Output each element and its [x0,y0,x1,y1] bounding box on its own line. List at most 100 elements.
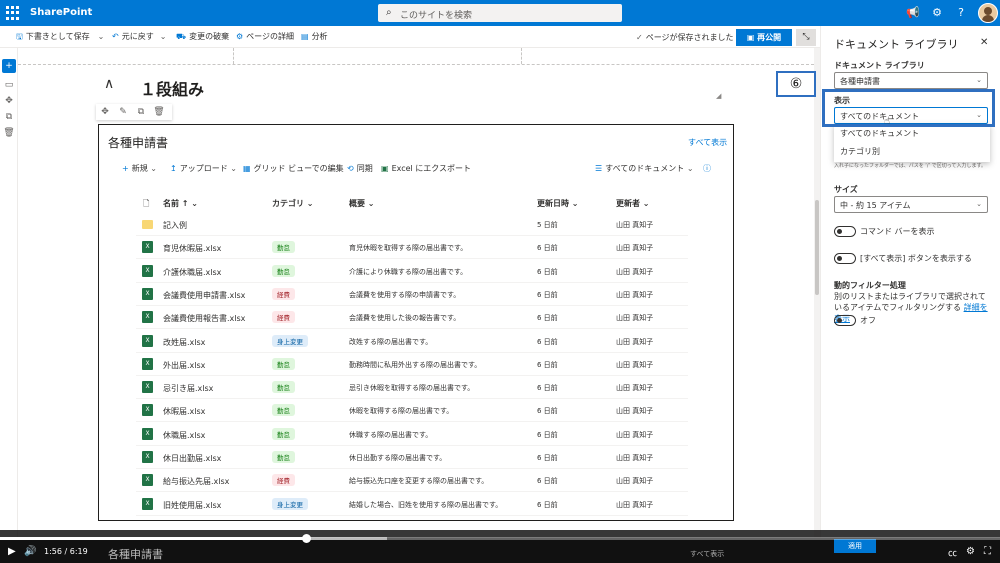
fullscreen-icon[interactable]: ⛶ [984,546,991,557]
library-select[interactable]: 各種申請書 ⌄ [834,72,988,89]
grid-edit-button[interactable]: ▦ グリッド ビューでの編集 [243,163,344,174]
republish-button[interactable]: ▣ 再公開 [736,29,792,46]
file-name[interactable]: 記入例 [163,220,187,231]
move-icon[interactable]: ✥ [96,104,114,120]
duplicate-icon[interactable]: ⧉ [2,110,16,124]
file-name[interactable]: 会議費使用報告書.xlsx [163,313,245,324]
file-name[interactable]: 給与振込先届.xlsx [163,476,229,487]
file-modified-by[interactable]: 山田 真知子 [616,220,653,230]
file-modified-by[interactable]: 山田 真知子 [616,453,653,463]
file-modified-by[interactable]: 山田 真知子 [616,476,653,486]
discard-button[interactable]: ⛟ 変更の破棄 [176,31,229,42]
file-name[interactable]: 外出届.xlsx [163,360,205,371]
file-name[interactable]: 旧姓使用届.xlsx [163,500,221,511]
apply-button[interactable]: 適用 [834,539,876,553]
chevron-down-icon: ⌄ [976,200,982,208]
table-row[interactable]: X 忌引き届.xlsx 勤怠 忌引き休暇を取得する際の届出書です。 6 日前 山田 真知子 [136,376,688,400]
view-option-all-docs[interactable]: すべてのドキュメント [840,128,919,139]
dynamic-filter-toggle[interactable] [834,315,856,326]
table-row[interactable]: X 育児休暇届.xlsx 勤怠 育児休暇を取得する際の届出書です。 6 日前 山田 真知子 [136,236,688,260]
analytics-button[interactable]: ▤ 分析 [301,31,328,42]
sync-button[interactable]: ⟲ 同期 [347,163,373,174]
file-modified-by[interactable]: 山田 真知子 [616,500,653,510]
file-modified-by[interactable]: 山田 真知子 [616,267,653,277]
file-name[interactable]: 改姓届.xlsx [163,337,205,348]
file-modified-by[interactable]: 山田 真知子 [616,243,653,253]
export-excel-button[interactable]: ▣ Excel にエクスポート [381,163,471,174]
info-icon[interactable]: ⓘ [703,163,711,174]
edit-icon[interactable]: ✎ [114,104,132,120]
table-row[interactable]: X 介護休職届.xlsx 勤怠 介護により休職する際の届出書です。 6 日前 山田 真知子 [136,260,688,283]
megaphone-icon[interactable]: 📢 [906,6,920,20]
resize-grip-icon[interactable]: ◢ [716,92,721,100]
file-type-header-icon: 🗋 [143,199,150,208]
undo-button[interactable]: ↶ 元に戻す ⌄ [112,31,166,42]
file-modified-by[interactable]: 山田 真知子 [616,337,653,347]
chevron-up-icon[interactable]: ∧ [104,76,114,92]
file-name[interactable]: 休日出勤届.xlsx [163,453,221,464]
scrollbar-thumb[interactable] [815,200,819,295]
column-header-modified[interactable]: 更新日時 ⌄ [537,198,579,209]
file-modified-by[interactable]: 山田 真知子 [616,430,653,440]
collapse-panel-button[interactable]: ⤡ [796,29,816,46]
add-icon[interactable]: + [2,59,16,73]
video-scrub-handle[interactable] [302,534,311,543]
file-name[interactable]: 忌引き届.xlsx [163,383,213,394]
file-modified-by[interactable]: 山田 真知子 [616,406,653,416]
volume-icon[interactable]: 🔊 [24,546,36,557]
gear-icon[interactable]: ⚙ [930,6,944,20]
save-draft-button[interactable]: 🖫 下書きとして保存 ⌄ [16,31,104,45]
table-row[interactable]: X 休暇届.xlsx 勤怠 休暇を取得する際の届出書です。 6 日前 山田 真知子 [136,399,688,423]
size-select[interactable]: 中 - 約 15 アイテム ⌄ [834,196,988,213]
file-modified: 6 日前 [537,384,558,393]
file-modified-by[interactable]: 山田 真知子 [616,313,653,323]
table-row[interactable]: X 会議費使用報告書.xlsx 経費 会議費を使用した後の報告書です。 6 日前 山田 真… [136,306,688,330]
view-selector[interactable]: ☰ すべてのドキュメント ⌄ [595,163,694,174]
move-icon[interactable]: ✥ [2,94,16,108]
play-icon[interactable]: ▶ [8,546,16,557]
delete-icon[interactable]: 🗑 [2,126,16,140]
file-modified-by[interactable]: 山田 真知子 [616,360,653,370]
column-header-name[interactable]: 名前 ↑ ⌄ [163,198,198,209]
see-all-link[interactable]: すべて表示 [688,137,727,148]
file-name[interactable]: 育児休暇届.xlsx [163,243,221,254]
view-option-by-category[interactable]: カテゴリ別 [840,146,880,157]
table-row[interactable]: X 会議費使用申請書.xlsx 経費 会議費を使用する際の申請書です。 6 日前 山田 真… [136,283,688,306]
table-row[interactable]: X 改姓届.xlsx 身上変更 改姓する際の届出書です。 6 日前 山田 真知子 [136,330,688,353]
column-header-description[interactable]: 概要 ⌄ [349,198,375,209]
help-icon[interactable]: ? [954,6,968,20]
chevron-down-icon[interactable]: ⌄ [160,32,167,41]
file-modified-by[interactable]: 山田 真知子 [616,383,653,393]
file-name[interactable]: 介護休職届.xlsx [163,267,221,278]
table-row[interactable]: 記入例 5 日前 山田 真知子 [136,213,688,236]
duplicate-icon[interactable]: ⧉ [132,104,150,120]
table-row[interactable]: X 休職届.xlsx 勤怠 休職する際の届出書です。 6 日前 山田 真知子 [136,423,688,446]
file-name[interactable]: 会議費使用申請書.xlsx [163,290,245,301]
command-bar-toggle[interactable] [834,226,856,237]
chevron-down-icon[interactable]: ⌄ [98,32,105,41]
upload-button[interactable]: ↥ アップロード ⌄ [170,163,237,174]
app-launcher-icon[interactable] [6,6,20,20]
avatar[interactable] [978,3,998,23]
captions-icon[interactable]: ㏄ [948,546,957,559]
app-name[interactable]: SharePoint [30,7,92,18]
check-icon: ✓ [636,33,643,42]
search-input[interactable]: ⌕ このサイトを検索 [378,4,622,22]
file-name[interactable]: 休職届.xlsx [163,430,205,441]
table-row[interactable]: X 休日出勤届.xlsx 勤怠 休日出勤する際の届出書です。 6 日前 山田 真知子 [136,446,688,469]
settings-icon[interactable]: ⚙ [966,546,975,557]
file-modified: 6 日前 [537,314,558,323]
table-row[interactable]: X 外出届.xlsx 勤怠 勤務時間に私用外出する際の届出書です。 6 日前 山田 真知子 [136,353,688,376]
close-icon[interactable]: ✕ [980,37,988,48]
new-button[interactable]: + 新規 ⌄ [122,163,157,174]
file-modified-by[interactable]: 山田 真知子 [616,290,653,300]
table-row[interactable]: X 旧姓使用届.xlsx 身上変更 結婚した場合、旧姓を使用する際の届出書です。 6 日… [136,493,688,516]
page-details-button[interactable]: ⚙ ページの詳細 [236,31,294,42]
see-all-toggle[interactable] [834,253,856,264]
comment-icon[interactable]: ▭ [2,78,16,92]
delete-icon[interactable]: 🗑 [150,104,168,120]
column-header-category[interactable]: カテゴリ ⌄ [272,198,314,209]
table-row[interactable]: X 給与振込先届.xlsx 経費 給与振込先口座を変更する際の届出書です。 6 日前 山田… [136,469,688,493]
file-name[interactable]: 休暇届.xlsx [163,406,205,417]
column-header-modified-by[interactable]: 更新者 ⌄ [616,198,650,209]
